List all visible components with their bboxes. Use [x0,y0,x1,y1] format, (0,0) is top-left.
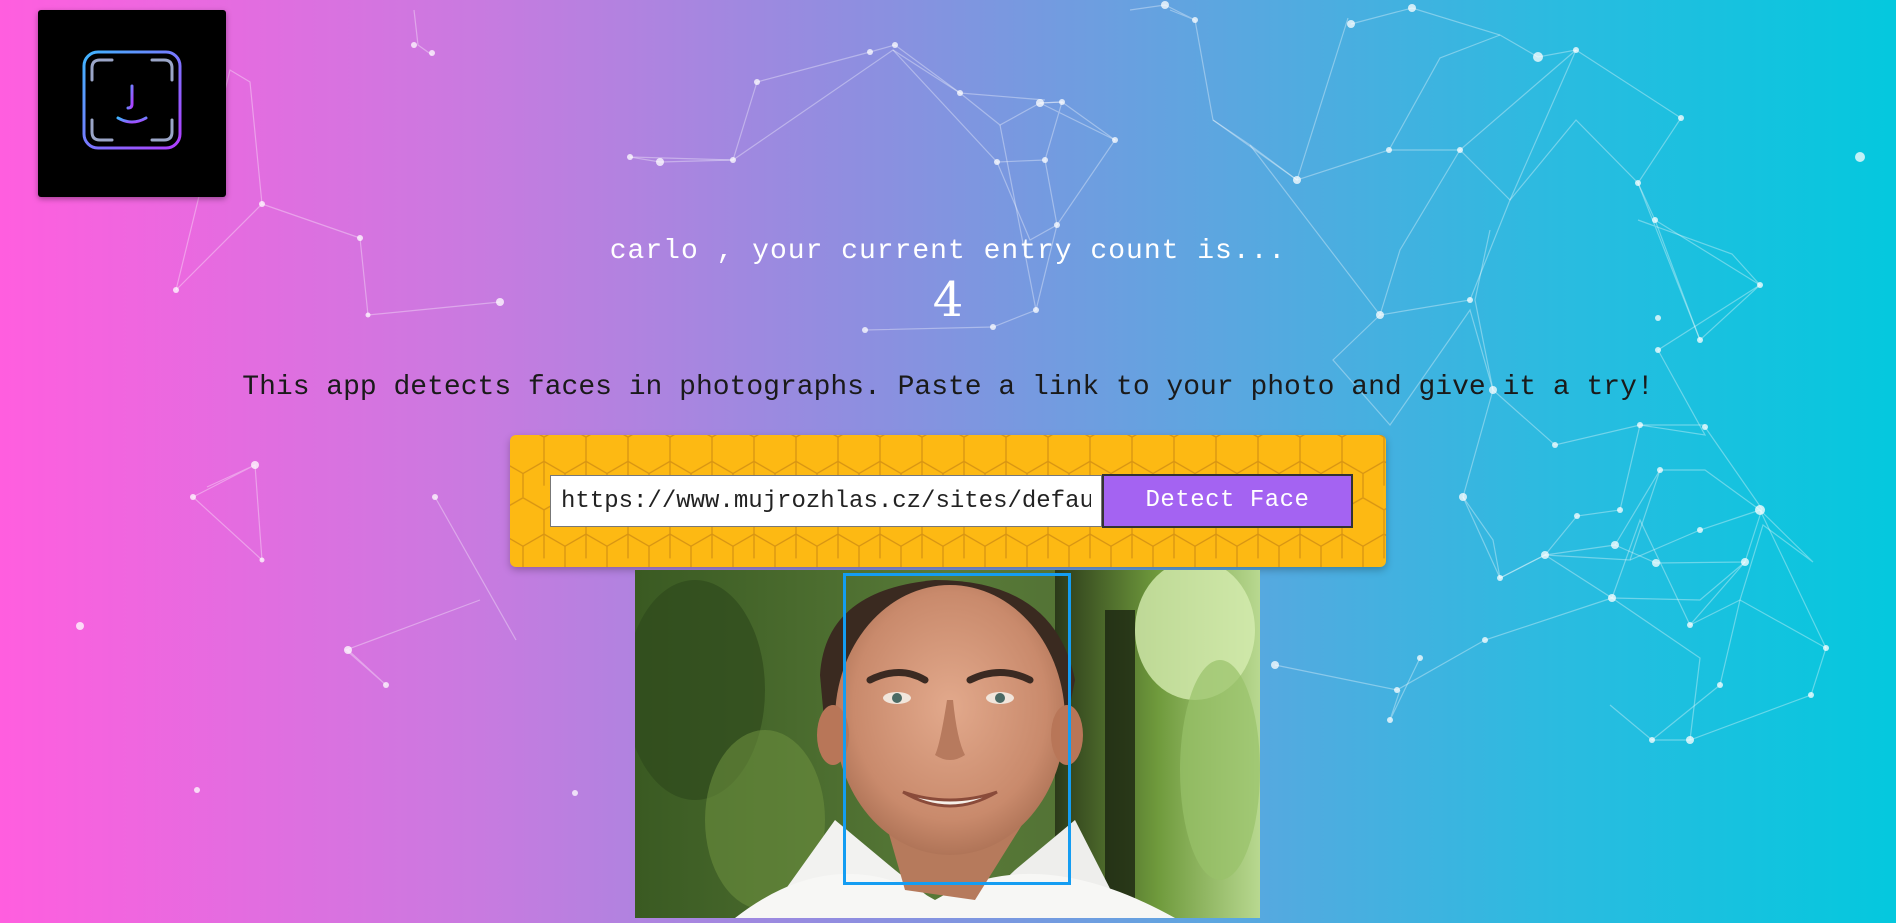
app-logo[interactable] [38,10,226,197]
face-bounding-box [843,573,1071,885]
face-id-icon [82,50,182,150]
image-url-input[interactable] [550,475,1102,527]
image-link-form: Detect Face [510,435,1386,567]
result-photo [635,570,1260,918]
app-description: This app detects faces in photographs. P… [242,372,1654,403]
detect-face-button[interactable]: Detect Face [1102,474,1353,528]
entry-count-greeting: carlo , your current entry count is... [609,236,1287,267]
entry-count-value: 4 [932,272,964,328]
